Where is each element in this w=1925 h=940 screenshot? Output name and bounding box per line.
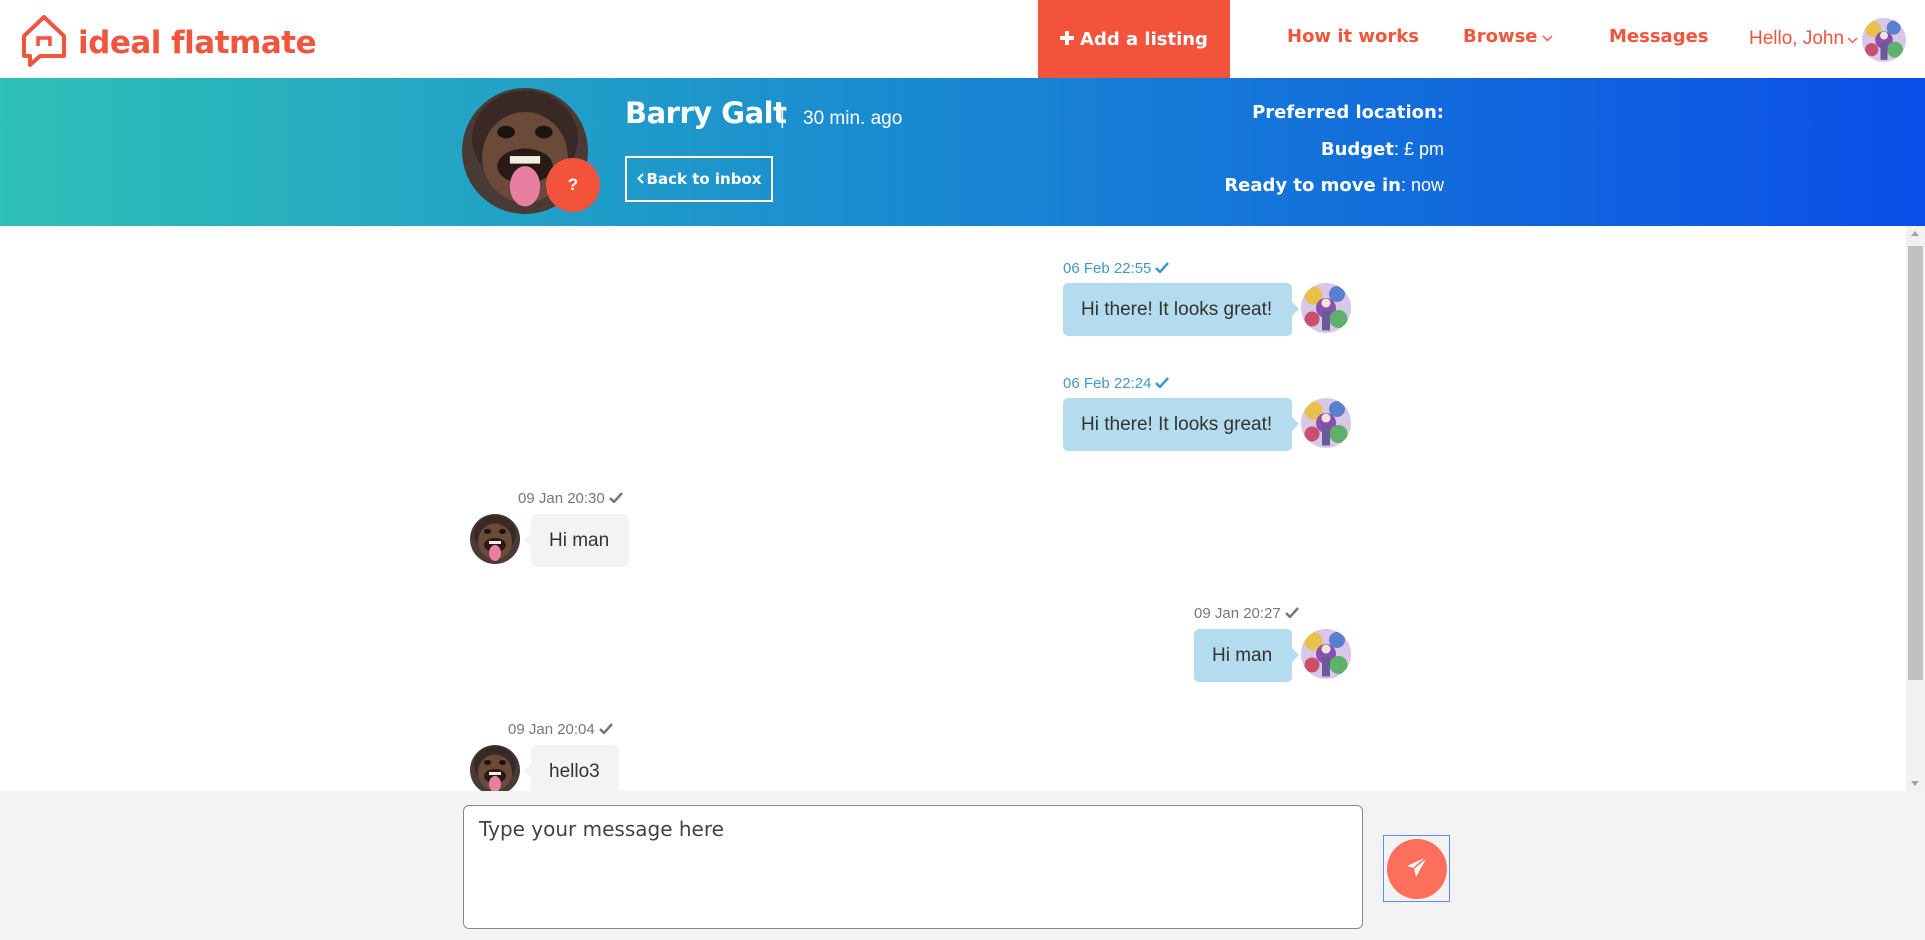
budget-value: : £ pm bbox=[1393, 139, 1444, 159]
browse-label: Browse bbox=[1463, 26, 1538, 47]
message-text: Hi there! It looks great! bbox=[1081, 413, 1273, 435]
scroll-up-arrow[interactable] bbox=[1911, 231, 1919, 236]
back-to-inbox-button[interactable]: Back to inbox bbox=[625, 156, 773, 202]
last-seen: 30 min. ago bbox=[803, 108, 903, 129]
messages-link[interactable]: Messages bbox=[1609, 26, 1709, 47]
message-bubble: Hi man bbox=[524, 514, 629, 567]
move-in-date: Ready to move in: now bbox=[1224, 175, 1444, 196]
add-listing-button[interactable]: Add a listing bbox=[1038, 0, 1230, 78]
message-bubble: Hi there! It looks great! bbox=[1063, 398, 1299, 451]
top-navbar: ideal flatmate Add a listing How it work… bbox=[0, 0, 1925, 78]
logo-text: ideal flatmate bbox=[78, 24, 317, 61]
budget-label: Budget bbox=[1320, 139, 1394, 160]
message-bubble: hello3 bbox=[524, 745, 619, 791]
message-bubble: Hi man bbox=[1194, 629, 1299, 682]
plus-icon bbox=[1060, 29, 1075, 50]
chevron-left-icon bbox=[636, 170, 644, 188]
message-timestamp: 09 Jan 20:04 bbox=[508, 721, 613, 738]
separator: | bbox=[780, 108, 785, 128]
how-it-works-link[interactable]: How it works bbox=[1287, 26, 1419, 47]
check-icon bbox=[598, 721, 613, 738]
check-icon bbox=[1155, 260, 1170, 277]
contact-name: Barry Galt bbox=[625, 96, 787, 130]
add-listing-label: Add a listing bbox=[1080, 28, 1208, 50]
budget: Budget: £ pm bbox=[1321, 139, 1444, 160]
house-chat-icon bbox=[18, 12, 70, 73]
timestamp-text: 06 Feb 22:55 bbox=[1063, 260, 1152, 277]
message-timestamp: 06 Feb 22:55 bbox=[1063, 260, 1170, 277]
check-icon bbox=[1155, 375, 1170, 392]
messages-label: Messages bbox=[1609, 26, 1709, 47]
message-text: Hi man bbox=[1212, 644, 1273, 666]
message-timestamp: 09 Jan 20:30 bbox=[518, 490, 623, 507]
contact-avatar-small bbox=[470, 745, 520, 791]
message-list[interactable]: 06 Feb 22:55 Hi there! It looks great! 0… bbox=[0, 226, 1906, 791]
my-avatar bbox=[1301, 398, 1351, 448]
message-timestamp: 09 Jan 20:27 bbox=[1194, 605, 1299, 622]
user-menu[interactable]: Hello, John bbox=[1749, 28, 1858, 50]
move-in-value: : now bbox=[1400, 175, 1444, 195]
back-label: Back to inbox bbox=[646, 170, 762, 188]
check-icon bbox=[608, 490, 623, 507]
timestamp-text: 06 Feb 22:24 bbox=[1063, 375, 1152, 392]
paper-plane-icon bbox=[1405, 855, 1429, 882]
message-composer bbox=[0, 791, 1925, 940]
browse-menu[interactable]: Browse bbox=[1463, 26, 1553, 47]
logo[interactable]: ideal flatmate bbox=[18, 12, 317, 73]
message-text: hello3 bbox=[549, 760, 600, 782]
greeting-label: Hello, John bbox=[1749, 28, 1845, 49]
contact-avatar-small bbox=[470, 514, 520, 564]
message-list-scrollbar[interactable] bbox=[1906, 226, 1925, 791]
check-icon bbox=[1284, 605, 1299, 622]
message-text: Hi man bbox=[549, 529, 610, 551]
message-timestamp: 06 Feb 22:24 bbox=[1063, 375, 1170, 392]
user-avatar[interactable] bbox=[1862, 18, 1906, 62]
preferred-location-label: Preferred location: bbox=[1252, 102, 1444, 123]
chevron-down-icon bbox=[1847, 28, 1858, 50]
preferred-location: Preferred location: bbox=[1252, 102, 1444, 123]
my-avatar bbox=[1301, 629, 1351, 679]
move-in-label: Ready to move in bbox=[1224, 175, 1401, 196]
help-badge[interactable]: ? bbox=[546, 158, 600, 212]
chevron-down-icon bbox=[1541, 26, 1553, 47]
message-bubble: Hi there! It looks great! bbox=[1063, 283, 1299, 336]
timestamp-text: 09 Jan 20:04 bbox=[508, 721, 595, 738]
send-button[interactable] bbox=[1383, 835, 1450, 902]
conversation-header: ? Barry Galt | 30 min. ago Back to inbox… bbox=[0, 78, 1925, 226]
send-button-circle bbox=[1386, 838, 1447, 899]
timestamp-text: 09 Jan 20:27 bbox=[1194, 605, 1281, 622]
scrollbar-thumb[interactable] bbox=[1908, 246, 1923, 680]
timestamp-text: 09 Jan 20:30 bbox=[518, 490, 605, 507]
my-avatar bbox=[1301, 283, 1351, 333]
scroll-down-arrow[interactable] bbox=[1911, 781, 1919, 786]
how-it-works-label: How it works bbox=[1287, 26, 1419, 47]
message-input[interactable] bbox=[463, 805, 1363, 929]
message-text: Hi there! It looks great! bbox=[1081, 298, 1273, 320]
